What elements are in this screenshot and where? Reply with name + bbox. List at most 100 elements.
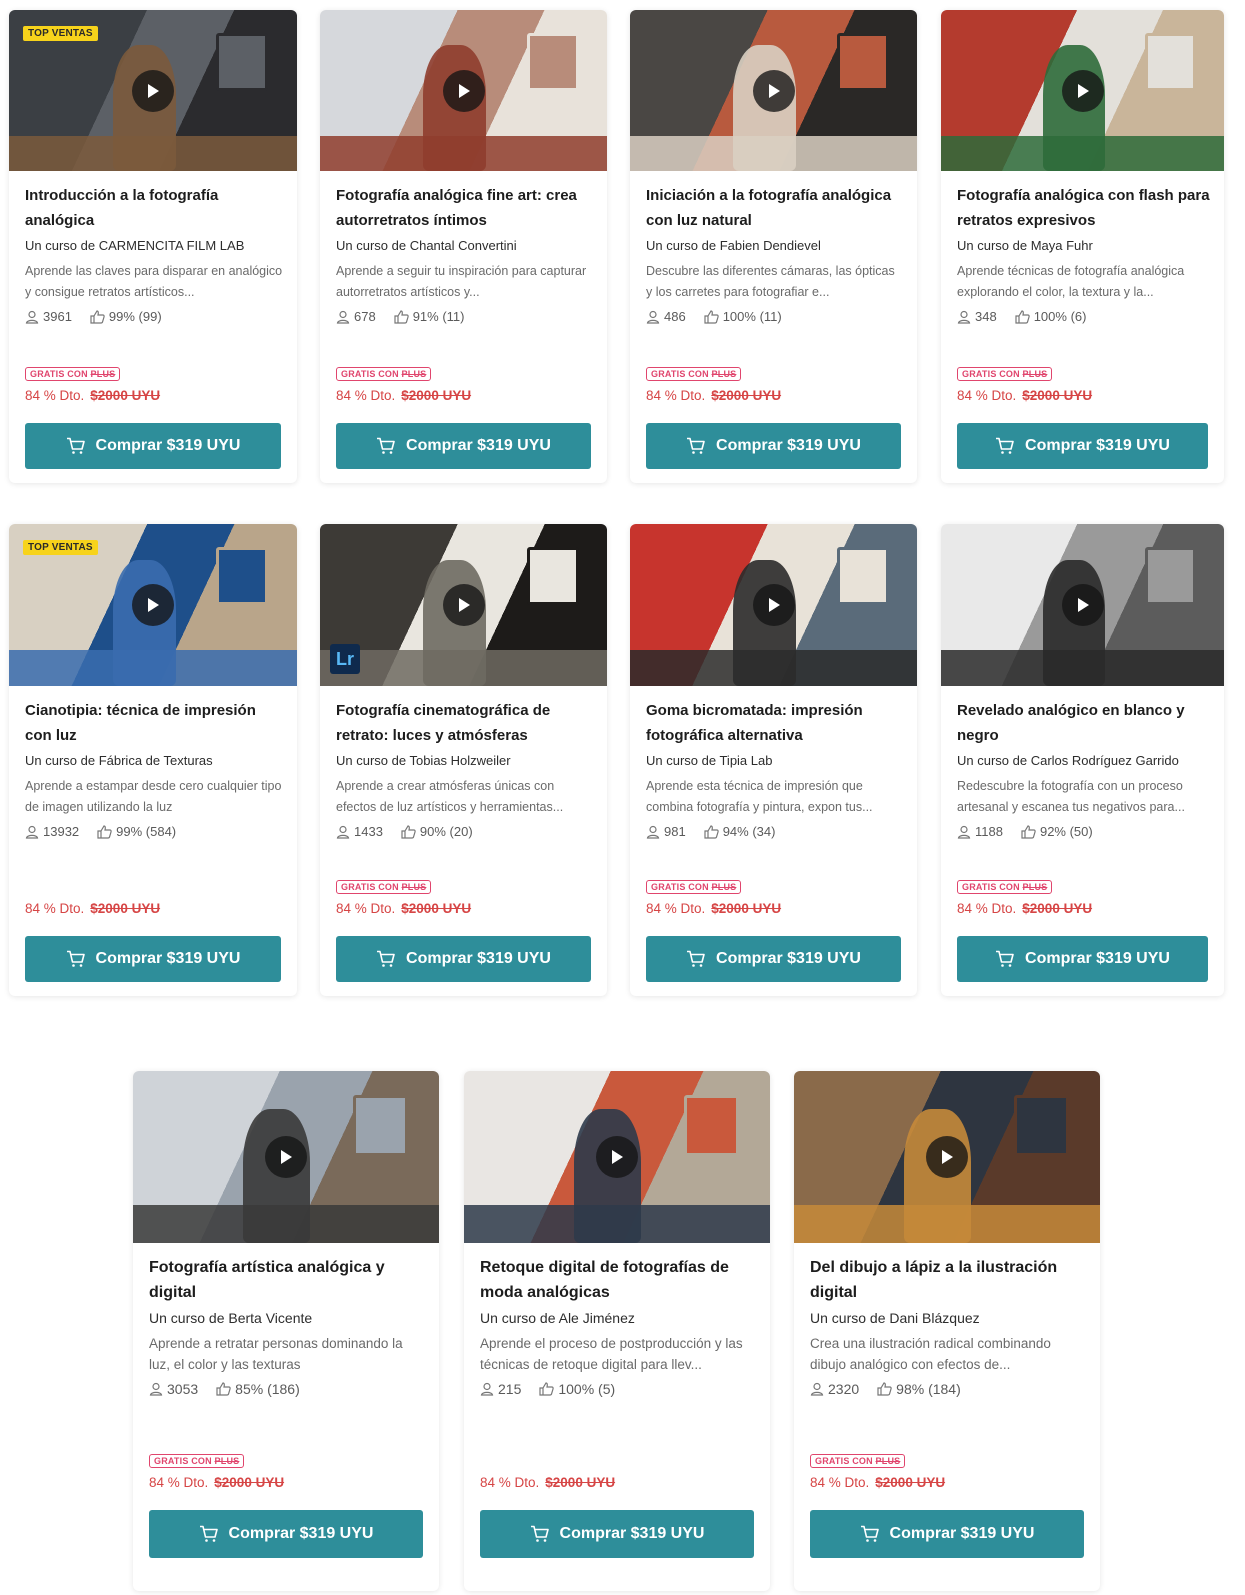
play-icon[interactable]: [926, 1136, 968, 1178]
course-author[interactable]: Un curso de Fábrica de Texturas: [25, 752, 283, 770]
cart-icon: [66, 950, 85, 967]
course-title[interactable]: Fotografía artística analógica y digital: [149, 1255, 425, 1305]
course-info: Fotografía cinematográfica de retrato: l…: [336, 698, 593, 839]
course-title[interactable]: Revelado analógico en blanco y negro: [957, 698, 1210, 748]
buy-button[interactable]: Comprar $319 UYU: [25, 936, 281, 982]
play-icon[interactable]: [132, 70, 174, 112]
buy-button-label: Comprar $319 UYU: [1025, 437, 1170, 454]
course-description: Aprende a retratar personas dominando la…: [149, 1336, 403, 1372]
course-title[interactable]: Goma bicromatada: impresión fotográfica …: [646, 698, 903, 748]
course-thumbnail[interactable]: [794, 1071, 1100, 1243]
discount-label: 84 % Dto.: [336, 901, 396, 916]
course-thumbnail[interactable]: [630, 524, 917, 686]
course-author[interactable]: Un curso de Berta Vicente: [149, 1309, 425, 1327]
play-icon[interactable]: [443, 584, 485, 626]
buy-button[interactable]: Comprar $319 UYU: [25, 423, 281, 469]
buy-button[interactable]: Comprar $319 UYU: [149, 1510, 423, 1558]
students-count: 3961: [43, 309, 72, 324]
gratis-con-plus-badge: GRATIS CON PLUS: [149, 1454, 245, 1468]
gratis-con-plus-badge: GRATIS CON PLUS: [336, 880, 432, 894]
course-card[interactable]: Goma bicromatada: impresión fotográfica …: [630, 524, 917, 996]
thumbs-up-icon: [401, 824, 416, 839]
course-author[interactable]: Un curso de Carlos Rodríguez Garrido: [957, 752, 1210, 770]
play-icon[interactable]: [132, 584, 174, 626]
rating-value: 99% (99): [108, 309, 162, 324]
course-card[interactable]: Del dibujo a lápiz a la ilustración digi…: [794, 1071, 1100, 1591]
top-ventas-badge: TOP VENTAS: [23, 26, 98, 41]
course-thumbnail[interactable]: [941, 524, 1224, 686]
course-thumbnail[interactable]: TOP VENTAS: [9, 10, 297, 171]
course-title[interactable]: Cianotipia: técnica de impresión con luz: [25, 698, 283, 748]
course-title[interactable]: Del dibujo a lápiz a la ilustración digi…: [810, 1255, 1086, 1305]
course-title[interactable]: Retoque digital de fotografías de moda a…: [480, 1255, 756, 1305]
course-author[interactable]: Un curso de Tobias Holzweiler: [336, 752, 593, 770]
students-icon: [810, 1382, 824, 1396]
course-card[interactable]: Fotografía artística analógica y digital…: [133, 1071, 439, 1591]
buy-button-label: Comprar $319 UYU: [406, 437, 551, 454]
course-thumbnail[interactable]: [320, 10, 607, 171]
rating-value: 100% (6): [1033, 309, 1087, 324]
discount-price: 84 % Dto. $2000 UYU: [336, 388, 471, 403]
course-title[interactable]: Iniciación a la fotografía analógica con…: [646, 183, 903, 233]
course-card[interactable]: Revelado analógico en blanco y negro Un …: [941, 524, 1224, 996]
buy-button[interactable]: Comprar $319 UYU: [957, 423, 1208, 469]
play-icon[interactable]: [265, 1136, 307, 1178]
discount-label: 84 % Dto.: [810, 1475, 870, 1490]
course-thumbnail[interactable]: Lr: [320, 524, 607, 686]
play-icon[interactable]: [443, 70, 485, 112]
course-title[interactable]: Introducción a la fotografía analógica: [25, 183, 283, 233]
buy-button[interactable]: Comprar $319 UYU: [480, 1510, 754, 1558]
course-card[interactable]: Fotografía analógica con flash para retr…: [941, 10, 1224, 483]
cart-icon: [377, 950, 395, 967]
course-card[interactable]: Lr Fotografía cinematográfica de retrato…: [320, 524, 607, 996]
buy-button[interactable]: Comprar $319 UYU: [336, 423, 591, 469]
play-icon[interactable]: [596, 1136, 638, 1178]
course-card[interactable]: Retoque digital de fotografías de moda a…: [464, 1071, 770, 1591]
course-author[interactable]: Un curso de Dani Blázquez: [810, 1309, 1086, 1327]
course-author[interactable]: Un curso de CARMENCITA FILM LAB: [25, 237, 283, 255]
students-icon: [25, 310, 39, 324]
lightroom-logo: Lr: [330, 644, 360, 674]
thumbs-up-icon: [97, 824, 112, 839]
students-icon: [336, 825, 350, 839]
course-info: Fotografía analógica fine art: crea auto…: [336, 183, 593, 324]
play-icon[interactable]: [753, 584, 795, 626]
students-count: 2320: [828, 1381, 860, 1397]
course-stats: 678 91% (11): [336, 309, 593, 324]
course-thumbnail[interactable]: [630, 10, 917, 171]
course-title[interactable]: Fotografía analógica fine art: crea auto…: [336, 183, 593, 233]
course-thumbnail[interactable]: [133, 1071, 439, 1243]
course-info: Revelado analógico en blanco y negro Un …: [957, 698, 1210, 839]
old-price: $2000 UYU: [545, 1475, 616, 1490]
course-stats: 13932 99% (584): [25, 824, 283, 839]
course-title[interactable]: Fotografía analógica con flash para retr…: [957, 183, 1210, 233]
cart-icon: [530, 1525, 549, 1542]
discount-label: 84 % Dto.: [957, 388, 1017, 403]
play-icon[interactable]: [1062, 70, 1104, 112]
buy-button[interactable]: Comprar $319 UYU: [646, 423, 901, 469]
course-thumbnail[interactable]: [941, 10, 1224, 171]
course-card[interactable]: Fotografía analógica fine art: crea auto…: [320, 10, 607, 483]
course-card[interactable]: TOP VENTAS Introducción a la fotografía …: [9, 10, 297, 483]
old-price: $2000 UYU: [401, 901, 472, 916]
course-author[interactable]: Un curso de Chantal Convertini: [336, 237, 593, 255]
course-thumbnail[interactable]: [464, 1071, 770, 1243]
course-author[interactable]: Un curso de Tipia Lab: [646, 752, 903, 770]
play-icon[interactable]: [1062, 584, 1104, 626]
buy-button[interactable]: Comprar $319 UYU: [336, 936, 591, 982]
course-thumbnail[interactable]: TOP VENTAS: [9, 524, 297, 686]
course-author[interactable]: Un curso de Maya Fuhr: [957, 237, 1210, 255]
buy-button-label: Comprar $319 UYU: [716, 950, 861, 967]
course-author[interactable]: Un curso de Fabien Dendievel: [646, 237, 903, 255]
buy-button[interactable]: Comprar $319 UYU: [810, 1510, 1084, 1558]
course-card[interactable]: TOP VENTAS Cianotipia: técnica de impres…: [9, 524, 297, 996]
play-icon[interactable]: [753, 70, 795, 112]
course-title[interactable]: Fotografía cinematográfica de retrato: l…: [336, 698, 593, 748]
buy-button[interactable]: Comprar $319 UYU: [646, 936, 901, 982]
buy-button[interactable]: Comprar $319 UYU: [957, 936, 1208, 982]
rating-value: 85% (186): [235, 1381, 300, 1397]
students-count: 1433: [354, 824, 383, 839]
students-count: 1188: [975, 824, 1003, 839]
course-author[interactable]: Un curso de Ale Jiménez: [480, 1309, 756, 1327]
course-card[interactable]: Iniciación a la fotografía analógica con…: [630, 10, 917, 483]
